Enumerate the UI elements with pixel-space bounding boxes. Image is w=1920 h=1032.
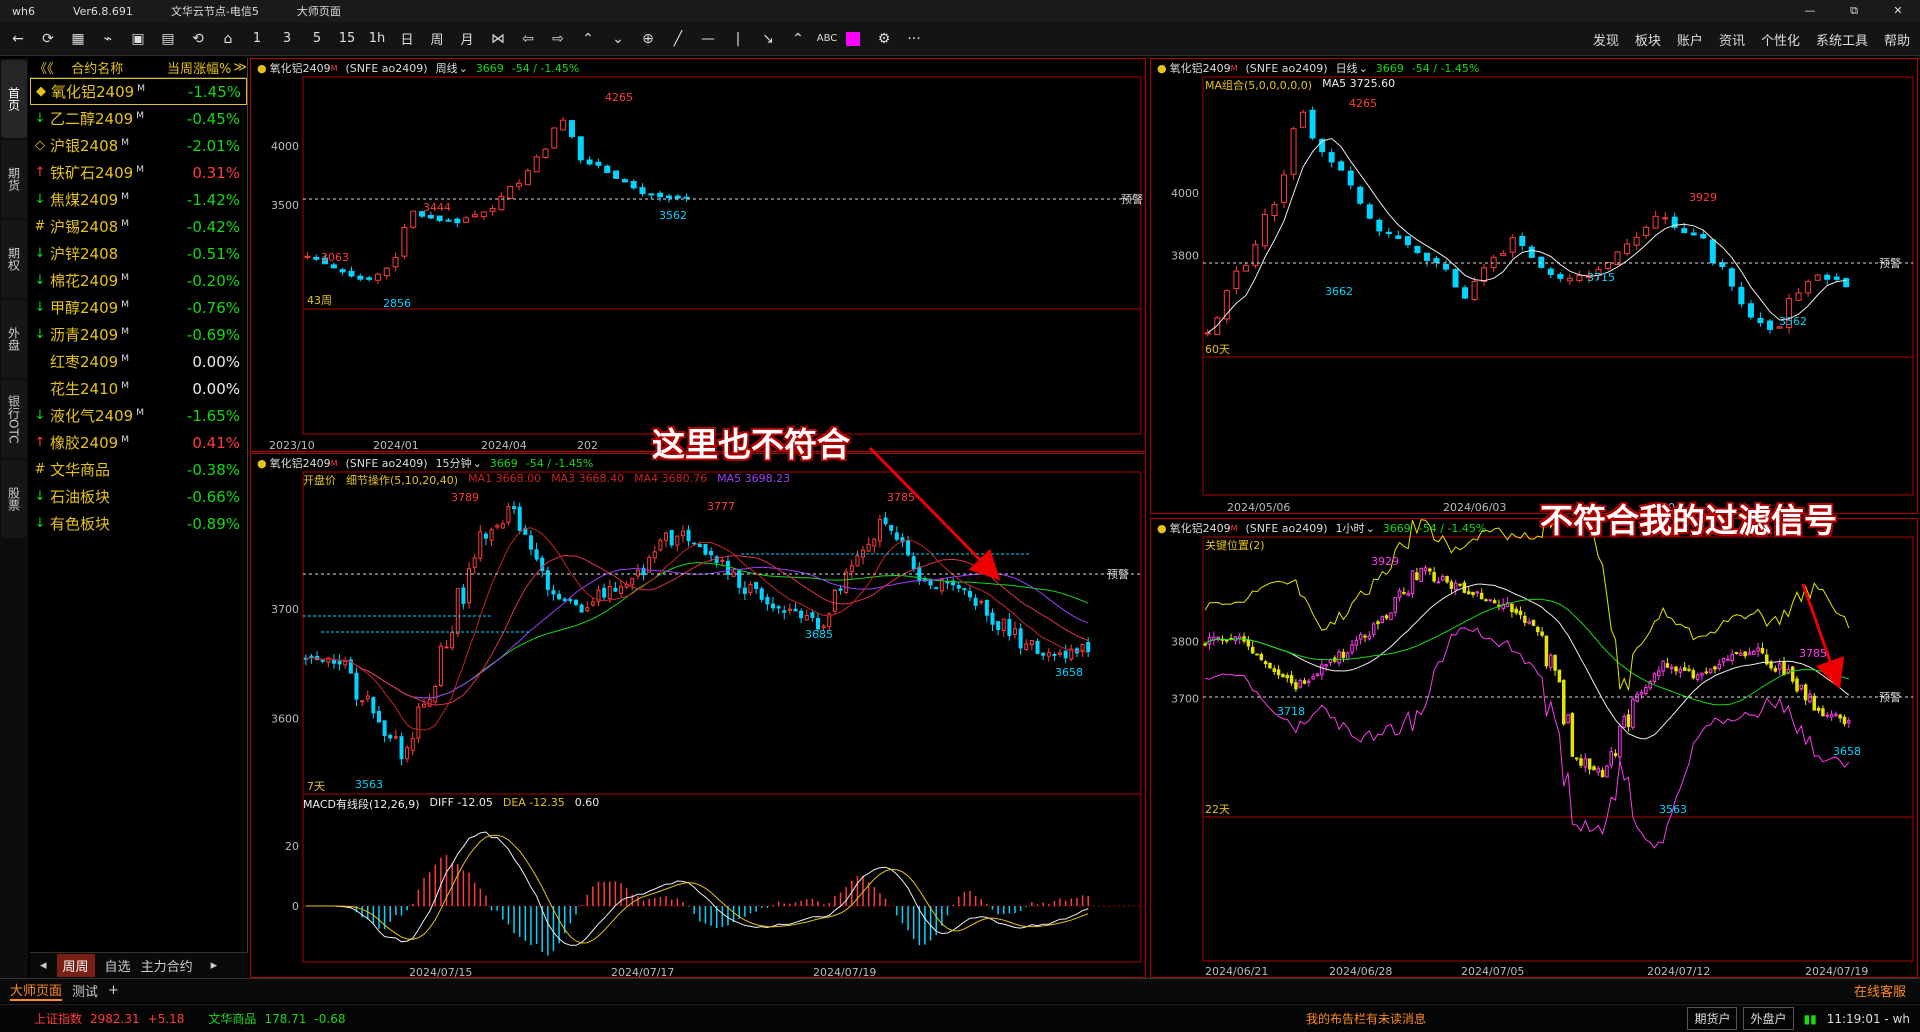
index2-value: 178.71 (264, 1011, 307, 1026)
page-tabs: 大师页面 测试 + 在线客服 (0, 978, 1920, 1002)
online-service-button[interactable]: 在线客服 (1854, 981, 1906, 1000)
annotation-2: 不符合我的过滤信号 (1540, 501, 1837, 540)
arrow-2 (1801, 583, 1845, 690)
index2-name[interactable]: 文华商品 (208, 1010, 256, 1027)
index1-value: 2982.31 (90, 1011, 140, 1026)
index1-name[interactable]: 上证指数 (34, 1010, 82, 1027)
foreign-account-button[interactable]: 外盘户 (1743, 1007, 1794, 1030)
index2-change: -0.68 (314, 1011, 346, 1026)
bulletin-message[interactable]: 我的布告栏有未读消息 (1306, 1010, 1426, 1027)
clock: 11:19:01 - wh (1826, 1011, 1910, 1026)
signal-icon: ▮▮ (1803, 1011, 1817, 1026)
add-tab-icon[interactable]: + (108, 983, 119, 998)
arrow-1 (868, 446, 1001, 581)
tab-master-page[interactable]: 大师页面 (10, 980, 63, 1001)
status-bar: 上证指数 2982.31 +5.18 文华商品 178.71 -0.68 我的布… (0, 1004, 1920, 1032)
futures-account-button[interactable]: 期货户 (1687, 1007, 1738, 1030)
index1-change: +5.18 (147, 1011, 185, 1026)
annotation-1: 这里也不符合 (652, 425, 850, 464)
tab-test[interactable]: 测试 (72, 981, 98, 1000)
